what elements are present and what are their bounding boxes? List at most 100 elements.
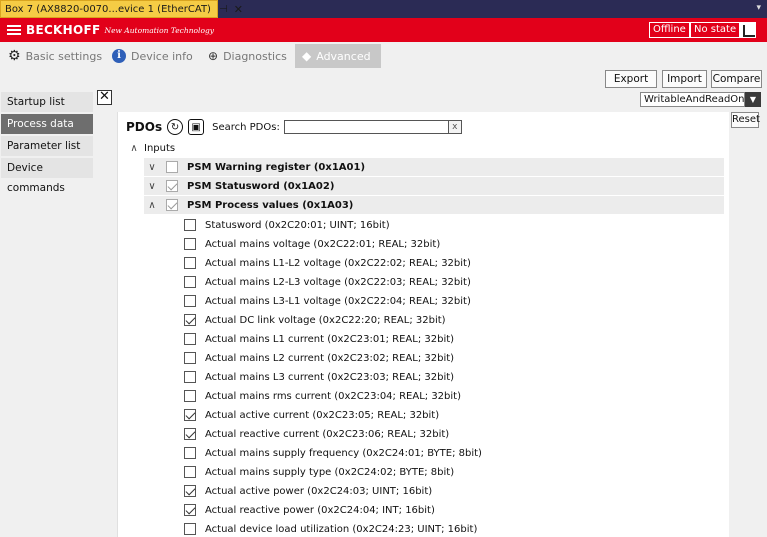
- sidebar: ✕ Startup list Process data Parameter li…: [0, 90, 116, 537]
- pdo-group-checkbox[interactable]: [166, 199, 178, 211]
- pdo-entry-label: Actual reactive power (0x2C24:04; INT; 1…: [205, 504, 435, 516]
- pdo-group-checkbox[interactable]: [166, 180, 178, 192]
- pdo-group-label: PSM Process values (0x1A03): [187, 199, 354, 211]
- pdo-group-row[interactable]: ∨ PSM Statusword (0x1A02): [144, 177, 724, 195]
- sidebar-item-process-data[interactable]: Process data: [1, 114, 93, 134]
- pdo-entry-row[interactable]: Actual mains supply frequency (0x2C24:01…: [184, 444, 724, 462]
- pdo-entry-label: Actual mains supply frequency (0x2C24:01…: [205, 447, 482, 459]
- search-label: Search PDOs:: [212, 121, 280, 133]
- brand-tagline: New Automation Technology: [104, 25, 215, 35]
- tab-label: Diagnostics: [223, 49, 287, 63]
- pdo-entry-checkbox[interactable]: [184, 219, 196, 231]
- chevron-down-icon[interactable]: ▼: [745, 92, 761, 107]
- gear-icon: ⚙: [8, 48, 21, 64]
- chevron-up-icon[interactable]: ∧: [128, 143, 140, 154]
- pdo-entry-checkbox[interactable]: [184, 485, 196, 497]
- pdo-entry-label: Statusword (0x2C20:01; UINT; 16bit): [205, 219, 390, 231]
- pdo-entry-checkbox[interactable]: [184, 428, 196, 440]
- pdo-entry-label: Actual mains L2-L3 voltage (0x2C22:03; R…: [205, 276, 471, 288]
- pdo-entry-checkbox[interactable]: [184, 314, 196, 326]
- state-badge[interactable]: No state: [690, 22, 741, 38]
- pdo-entry-checkbox[interactable]: [184, 409, 196, 421]
- checkbox-icon[interactable]: [740, 22, 756, 38]
- pdo-entry-checkbox[interactable]: [184, 238, 196, 250]
- search-pdos-input[interactable]: [283, 120, 449, 134]
- pdo-group-label: PSM Statusword (0x1A02): [187, 180, 335, 192]
- pdo-entry-label: Actual mains L1-L2 voltage (0x2C22:02; R…: [205, 257, 471, 269]
- pdo-group-checkbox[interactable]: [166, 161, 178, 173]
- close-icon[interactable]: ✕: [97, 90, 112, 105]
- tab-diagnostics[interactable]: ⊕ Diagnostics: [208, 44, 287, 68]
- document-tab-strip: Box 7 (AX8820-0070...evice 1 (EtherCAT) …: [0, 0, 767, 18]
- tab-label: Device info: [131, 49, 193, 63]
- pdo-entry-checkbox[interactable]: [184, 257, 196, 269]
- pdo-entry-row[interactable]: Actual active current (0x2C23:05; REAL; …: [184, 406, 724, 424]
- pdo-entry-label: Actual mains rms current (0x2C23:04; REA…: [205, 390, 461, 402]
- pdo-entry-row[interactable]: Actual mains voltage (0x2C22:01; REAL; 3…: [184, 235, 724, 253]
- pdo-entry-row[interactable]: Statusword (0x2C20:01; UINT; 16bit): [184, 216, 724, 234]
- pdo-entry-row[interactable]: Actual mains L2-L3 voltage (0x2C22:03; R…: [184, 273, 724, 291]
- pdo-entry-row[interactable]: Actual active power (0x2C24:03; UINT; 16…: [184, 482, 724, 500]
- menu-icon[interactable]: [7, 25, 21, 35]
- chevron-down-icon[interactable]: ∨: [146, 181, 158, 192]
- pdo-entry-row[interactable]: Actual mains L1-L2 voltage (0x2C22:02; R…: [184, 254, 724, 272]
- pdo-entry-label: Actual reactive current (0x2C23:06; REAL…: [205, 428, 450, 440]
- document-tab-title: Box 7 (AX8820-0070...evice 1 (EtherCAT): [5, 3, 211, 15]
- tab-label: Advanced: [316, 49, 371, 63]
- pdo-entry-row[interactable]: Actual mains L2 current (0x2C23:02; REAL…: [184, 349, 724, 367]
- app-header: BECKHOFF New Automation Technology Offli…: [0, 18, 767, 42]
- chevron-down-icon[interactable]: ∨: [146, 162, 158, 173]
- pdo-entry-checkbox[interactable]: [184, 390, 196, 402]
- access-filter-select[interactable]: WritableAndReadOnly: [640, 92, 753, 107]
- inputs-label: Inputs: [144, 142, 176, 154]
- pdo-entry-checkbox[interactable]: [184, 504, 196, 516]
- chevron-up-icon[interactable]: ∧: [146, 200, 158, 211]
- sidebar-item-device-commands[interactable]: Device commands: [1, 158, 93, 194]
- pin-icon[interactable]: ⊣: [219, 4, 228, 15]
- pdo-title: PDOs: [126, 120, 163, 134]
- export-button[interactable]: Export: [605, 70, 657, 88]
- compare-button[interactable]: Compare: [711, 70, 762, 88]
- pdo-entry-checkbox[interactable]: [184, 352, 196, 364]
- close-tab-icon[interactable]: ✕: [234, 3, 243, 16]
- refresh-icon[interactable]: ↻: [167, 119, 184, 135]
- pdo-entry-row[interactable]: Actual mains supply type (0x2C24:02; BYT…: [184, 463, 724, 481]
- pdo-entry-checkbox[interactable]: [184, 371, 196, 383]
- pdo-toolbar: PDOs ↻ ▣ Search PDOs: x: [126, 117, 462, 137]
- pdo-entry-row[interactable]: Actual device load utilization (0x2C24:2…: [184, 520, 724, 537]
- sidebar-item-parameter-list[interactable]: Parameter list: [1, 136, 93, 156]
- pdo-entry-checkbox[interactable]: [184, 333, 196, 345]
- brand-logo: BECKHOFF: [26, 23, 101, 37]
- save-icon[interactable]: ▣: [188, 119, 205, 135]
- pdo-entry-label: Actual mains L3-L1 voltage (0x2C22:04; R…: [205, 295, 471, 307]
- pdo-entry-checkbox[interactable]: [184, 523, 196, 535]
- pdo-entry-row[interactable]: Actual mains L1 current (0x2C23:01; REAL…: [184, 330, 724, 348]
- pdo-group-row[interactable]: ∨ PSM Warning register (0x1A01): [144, 158, 724, 176]
- pdo-entry-label: Actual active current (0x2C23:05; REAL; …: [205, 409, 440, 421]
- document-tab[interactable]: Box 7 (AX8820-0070...evice 1 (EtherCAT) …: [0, 0, 243, 18]
- tab-basic-settings[interactable]: ⚙ Basic settings: [8, 44, 102, 68]
- sidebar-item-startup-list[interactable]: Startup list: [1, 92, 93, 112]
- inputs-node[interactable]: ∧ Inputs: [128, 139, 724, 157]
- clear-search-icon[interactable]: x: [448, 120, 462, 134]
- tab-device-info[interactable]: i Device info: [112, 44, 193, 68]
- pdo-entry-row[interactable]: Actual reactive power (0x2C24:04; INT; 1…: [184, 501, 724, 519]
- pdo-group-label: PSM Warning register (0x1A01): [187, 161, 366, 173]
- pdo-entry-row[interactable]: Actual mains L3-L1 voltage (0x2C22:04; R…: [184, 292, 724, 310]
- reset-button[interactable]: Reset: [731, 112, 760, 128]
- offline-badge[interactable]: Offline: [649, 22, 690, 38]
- tab-advanced[interactable]: ◆ Advanced: [295, 44, 381, 68]
- import-button[interactable]: Import: [662, 70, 707, 88]
- pdo-entry-label: Actual mains voltage (0x2C22:01; REAL; 3…: [205, 238, 441, 250]
- pdo-entry-row[interactable]: Actual reactive current (0x2C23:06; REAL…: [184, 425, 724, 443]
- pdo-entry-row[interactable]: Actual DC link voltage (0x2C22:20; REAL;…: [184, 311, 724, 329]
- tab-overflow-icon[interactable]: ▾: [756, 3, 761, 13]
- pdo-entry-row[interactable]: Actual mains L3 current (0x2C23:03; REAL…: [184, 368, 724, 386]
- pdo-group-row[interactable]: ∧ PSM Process values (0x1A03): [144, 196, 724, 214]
- pdo-entry-row[interactable]: Actual mains rms current (0x2C23:04; REA…: [184, 387, 724, 405]
- pdo-entry-checkbox[interactable]: [184, 466, 196, 478]
- pdo-entry-checkbox[interactable]: [184, 447, 196, 459]
- pdo-entry-checkbox[interactable]: [184, 276, 196, 288]
- pdo-entry-label: Actual mains L3 current (0x2C23:03; REAL…: [205, 371, 455, 383]
- pdo-entry-checkbox[interactable]: [184, 295, 196, 307]
